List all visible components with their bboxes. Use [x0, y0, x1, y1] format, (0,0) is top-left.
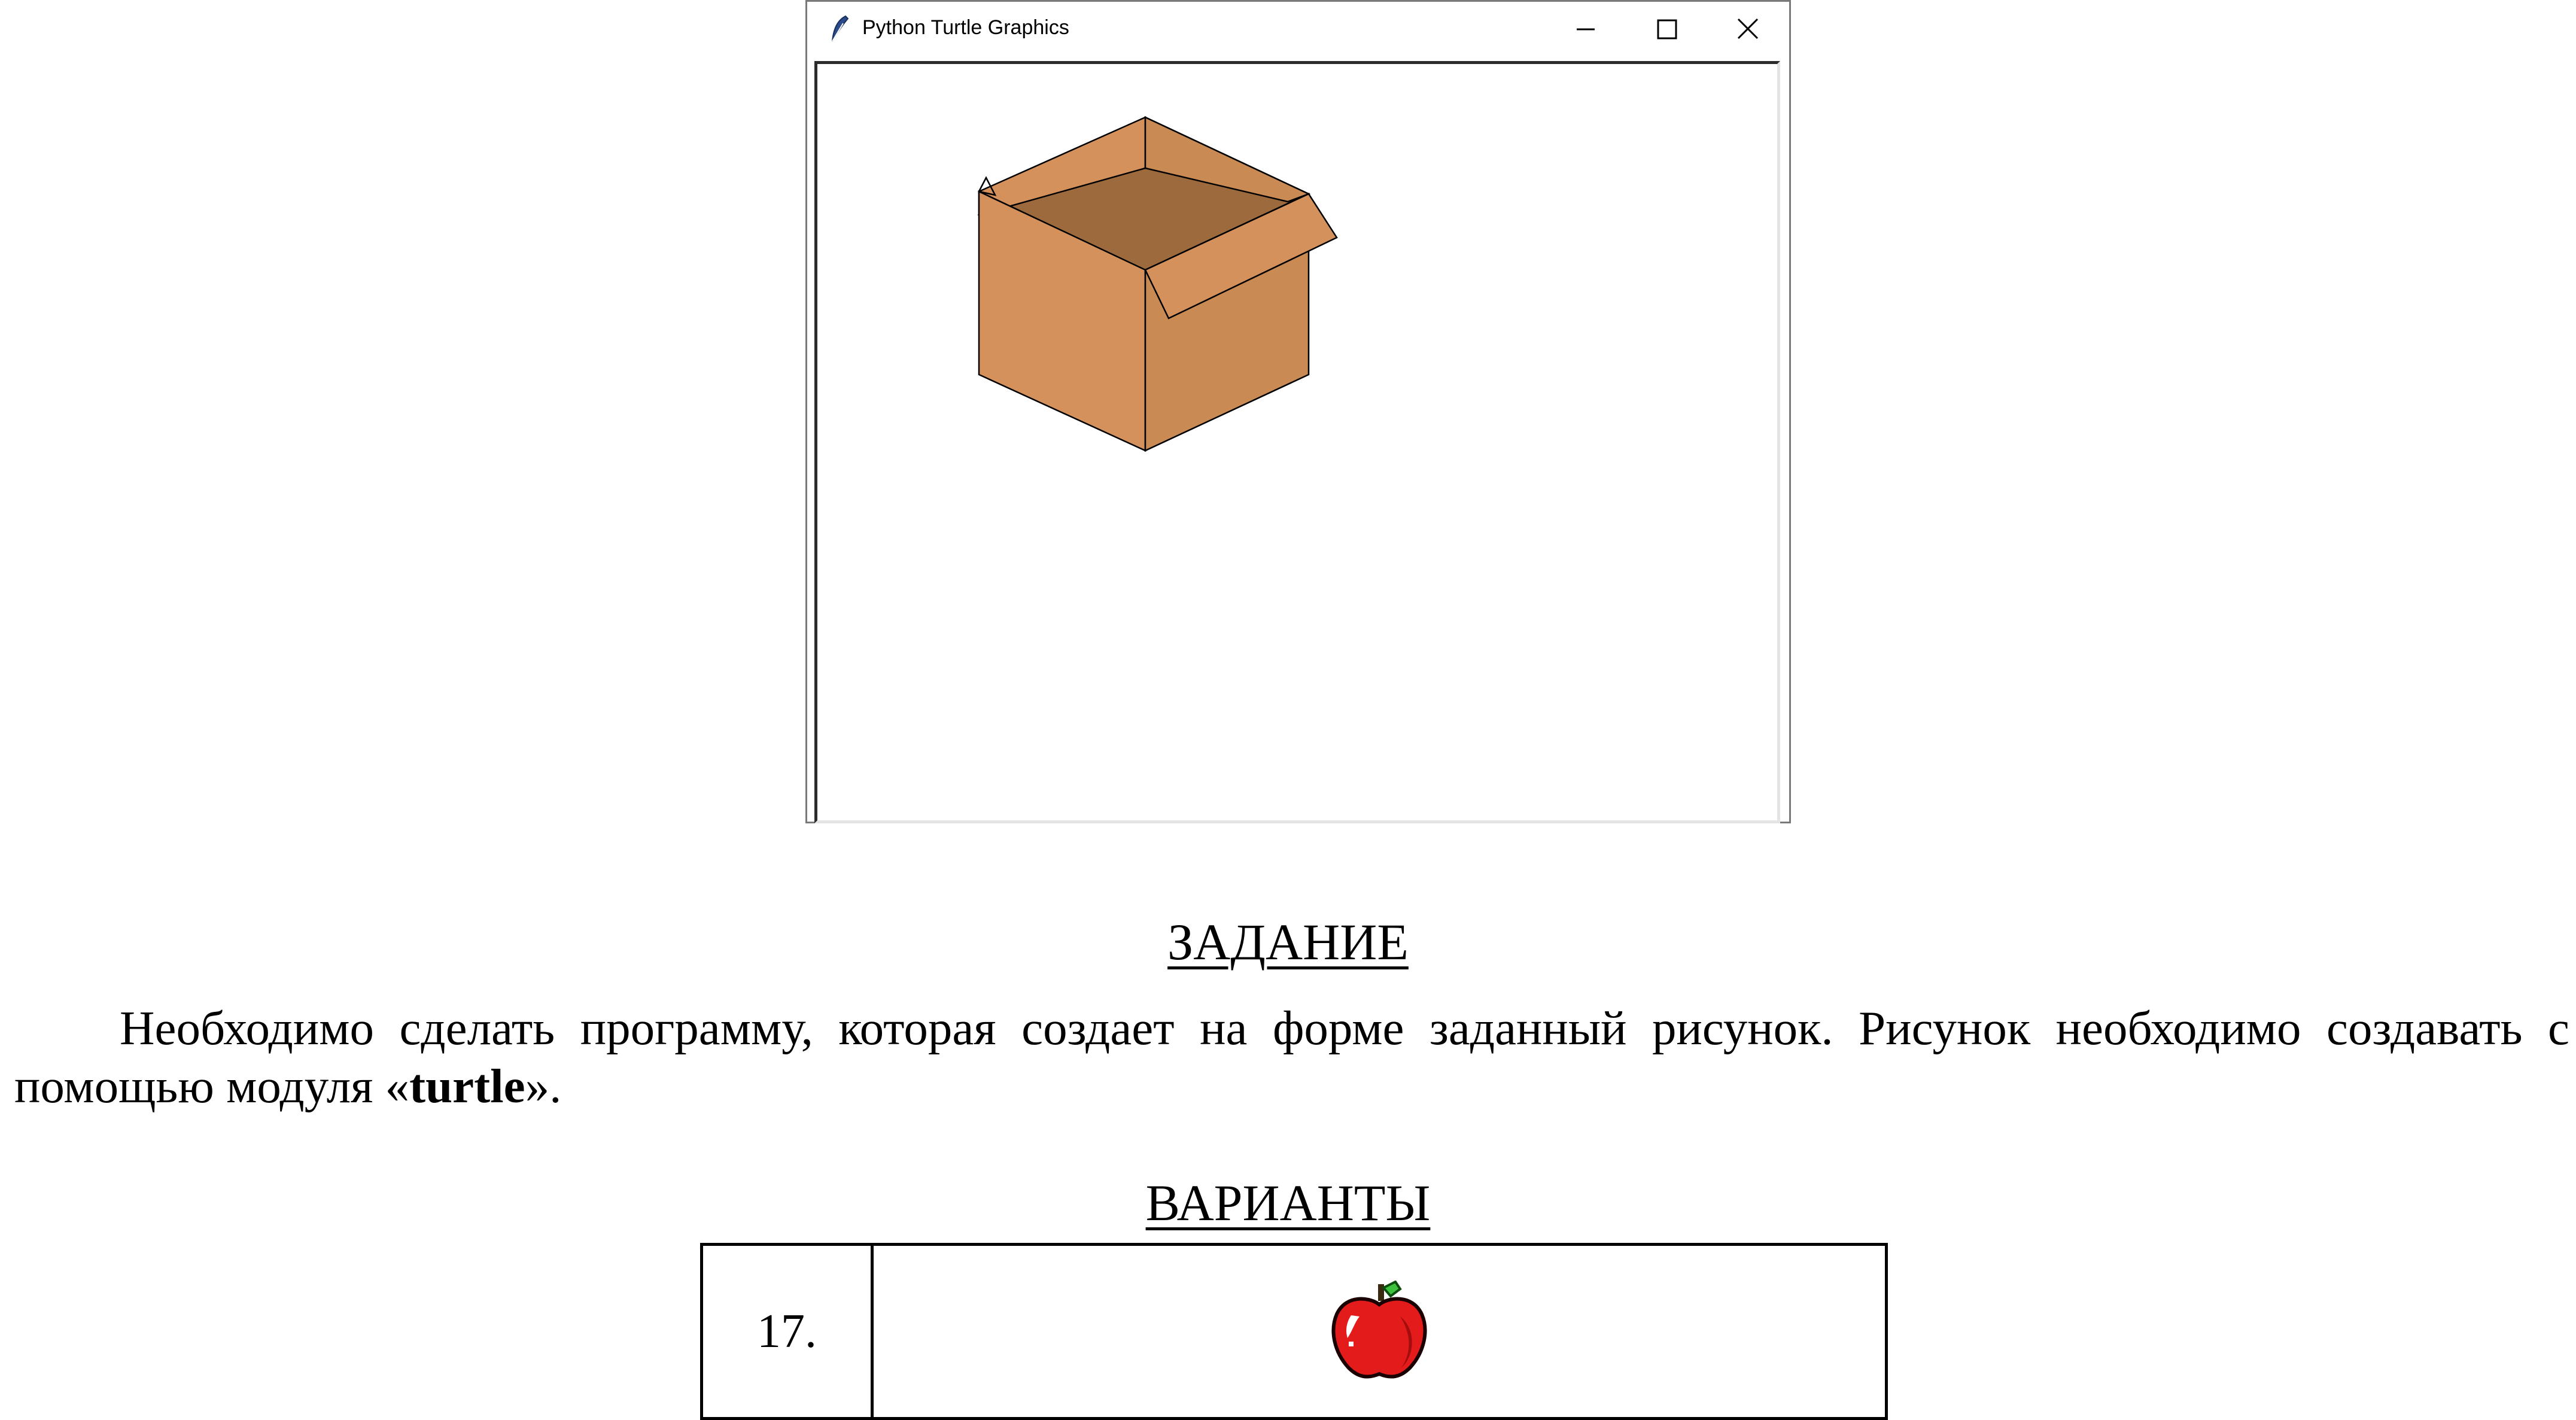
- maximize-icon: [1657, 19, 1677, 39]
- close-icon: [1737, 18, 1759, 39]
- minimize-icon: [1577, 28, 1595, 31]
- maximize-button[interactable]: [1626, 2, 1708, 56]
- box-drawing: [977, 116, 1338, 452]
- task-text-after: ».: [525, 1059, 562, 1113]
- variant-picture-cell: [871, 1243, 1888, 1420]
- module-name: turtle: [409, 1059, 525, 1113]
- table-row: 17.: [700, 1243, 1888, 1420]
- task-heading: ЗАДАНИЕ: [1167, 913, 1409, 971]
- close-button[interactable]: [1708, 2, 1789, 56]
- task-text-before: Необходимо сделать программу, которая со…: [14, 1001, 2569, 1113]
- variants-table: 17.: [700, 1243, 1888, 1420]
- feather-icon: [832, 15, 849, 42]
- minimize-button[interactable]: [1545, 2, 1626, 56]
- title-bar[interactable]: Python Turtle Graphics: [807, 2, 1789, 56]
- turtle-window: Python Turtle Graphics: [805, 0, 1791, 823]
- task-description: Необходимо сделать программу, которая со…: [14, 999, 2569, 1115]
- variants-heading: ВАРИАНТЫ: [1145, 1174, 1431, 1232]
- apple-icon: [1331, 1281, 1427, 1379]
- window-title: Python Turtle Graphics: [862, 16, 1069, 39]
- turtle-canvas[interactable]: [814, 61, 1780, 823]
- variant-number: 17.: [700, 1243, 874, 1420]
